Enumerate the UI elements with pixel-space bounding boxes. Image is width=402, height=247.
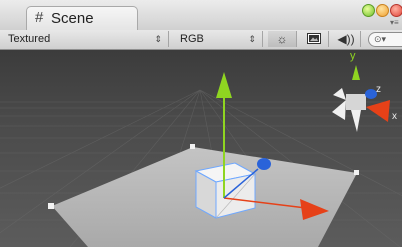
gizmo-x-label: x (392, 111, 397, 122)
scene-canvas[interactable]: y z x (0, 50, 402, 247)
scene-window: # Scene ▾≡ Textured ⇕ RGB ⇕ ☼ ◀)) ⊙▾ y z… (0, 0, 402, 247)
render-mode-value: RGB (180, 33, 204, 45)
search-icon: ⊙▾ (374, 34, 387, 44)
image-icon (307, 33, 321, 44)
draw-mode-dropdown[interactable]: Textured ⇕ (8, 31, 169, 47)
selected-cube[interactable] (194, 162, 257, 219)
draw-mode-value: Textured (8, 33, 51, 45)
scene-toolbar: Textured ⇕ RGB ⇕ ☼ ◀)) ⊙▾ (0, 30, 402, 50)
plane-corner-handle[interactable] (354, 170, 359, 175)
minimize-window-button[interactable] (376, 4, 389, 17)
zoom-window-button[interactable] (362, 4, 375, 17)
gizmo-y-label: y (350, 50, 356, 62)
gizmo-center-cube[interactable] (346, 94, 366, 110)
z-axis-arrowhead[interactable] (257, 158, 271, 170)
audio-icon: ◀)) (337, 32, 355, 46)
sun-lighting-icon: ☼ (276, 32, 288, 46)
scene-audio-toggle[interactable]: ◀)) (332, 31, 361, 47)
close-window-button[interactable] (390, 4, 402, 17)
title-bar: # Scene ▾≡ (0, 0, 402, 31)
grid-icon: # (35, 9, 44, 26)
render-mode-dropdown[interactable]: RGB ⇕ (180, 31, 263, 47)
plane-corner-handle[interactable] (190, 144, 195, 149)
dropdown-arrows-icon: ⇕ (248, 34, 256, 44)
gizmo-z-label: z (376, 84, 381, 95)
scene-tab[interactable]: # Scene (26, 6, 138, 31)
plane-corner-handle[interactable] (48, 203, 54, 209)
search-field[interactable]: ⊙▾ (368, 32, 402, 47)
panel-menu-icon[interactable]: ▾≡ (390, 18, 399, 27)
dropdown-arrows-icon: ⇕ (154, 34, 162, 44)
scene-overlay-toggle[interactable] (300, 31, 329, 47)
scene-viewport[interactable]: y z x (0, 50, 402, 247)
scene-lighting-toggle[interactable]: ☼ (268, 31, 297, 47)
scene-tab-label: Scene (51, 10, 94, 27)
